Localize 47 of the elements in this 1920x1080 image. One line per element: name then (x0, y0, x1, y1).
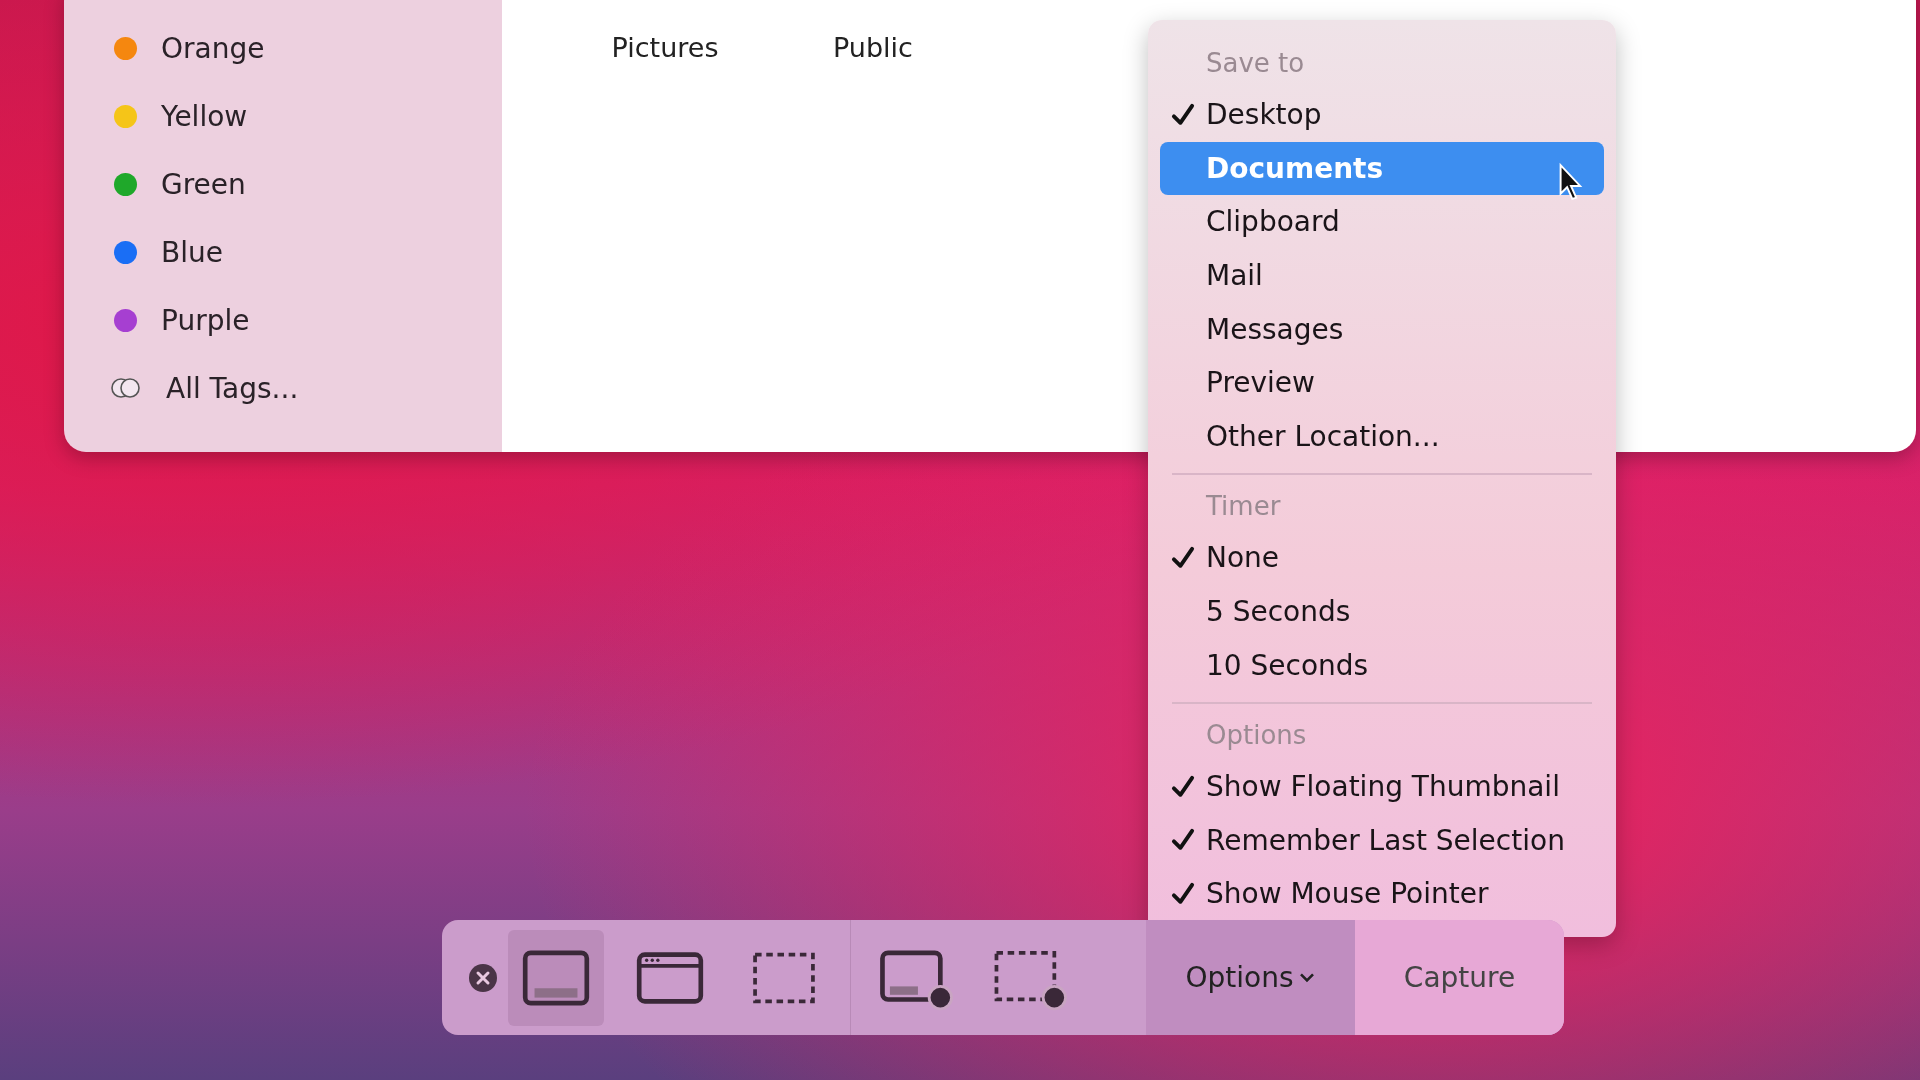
menu-item-label: Desktop (1206, 98, 1322, 132)
menu-item[interactable]: Messages (1160, 302, 1604, 356)
menu-item[interactable]: Desktop (1160, 88, 1604, 142)
menu-item[interactable]: Preview (1160, 355, 1604, 410)
menu-item-label: Preview (1206, 366, 1315, 400)
overlapping-circles-icon (110, 377, 142, 399)
menu-item[interactable]: 10 Seconds (1160, 638, 1604, 692)
tag-item[interactable]: Green (112, 150, 502, 218)
menu-section-heading: Options (1205, 718, 1308, 752)
menu-item-label: Show Mouse Pointer (1206, 877, 1489, 911)
menu-item-label: Show Floating Thumbnail (1206, 770, 1560, 804)
menu-item[interactable]: Other Location... (1160, 409, 1604, 464)
menu-item-label: Other Location... (1206, 419, 1440, 453)
tag-label: All Tags... (166, 371, 299, 405)
menu-item-label: Remember Last Selection (1206, 823, 1565, 857)
menu-item-label: 10 Seconds (1206, 648, 1369, 682)
close-icon[interactable] (468, 962, 498, 993)
menu-item[interactable]: Clipboard (1160, 195, 1604, 249)
menu-item[interactable]: 5 Seconds (1160, 584, 1604, 639)
tag-label: Blue (161, 235, 223, 269)
menu-item[interactable]: Remember Last Selection (1160, 813, 1604, 868)
tag-item[interactable]: Purple (112, 286, 502, 354)
menu-item-label: Mail (1206, 259, 1263, 293)
all-tags-item[interactable]: All Tags... (112, 354, 502, 422)
tag-item[interactable]: Orange (112, 14, 502, 82)
menu-item[interactable]: Show Floating Thumbnail (1160, 759, 1604, 814)
menu-item[interactable]: Show Mouse Pointer (1160, 867, 1604, 921)
menu-item-label: 5 Seconds (1206, 595, 1351, 629)
capture-button[interactable]: Capture (1355, 920, 1564, 1035)
menu-item[interactable]: None (1160, 531, 1604, 585)
menu-section-heading: Save to (1205, 47, 1306, 80)
menu-section-heading: Timer (1205, 490, 1282, 524)
capture-mode-button[interactable] (508, 929, 604, 1026)
tag-item[interactable]: Blue (112, 218, 502, 286)
menu-item-label: Documents (1206, 151, 1384, 185)
mouse-pointer-icon (1558, 161, 1584, 202)
menu-item-label: None (1206, 541, 1280, 575)
options-button[interactable]: Options (1146, 920, 1355, 1035)
tag-item[interactable]: Yellow (112, 82, 502, 150)
tag-label: Yellow (161, 99, 248, 133)
tag-label: Orange (161, 31, 265, 65)
tag-label: Purple (161, 303, 250, 337)
menu-item-label: Messages (1206, 312, 1344, 346)
tag-label: Green (161, 167, 246, 201)
menu-item[interactable]: Mail (1160, 248, 1604, 303)
caret-icon (1297, 971, 1316, 984)
menu-item-label: Clipboard (1206, 205, 1340, 239)
